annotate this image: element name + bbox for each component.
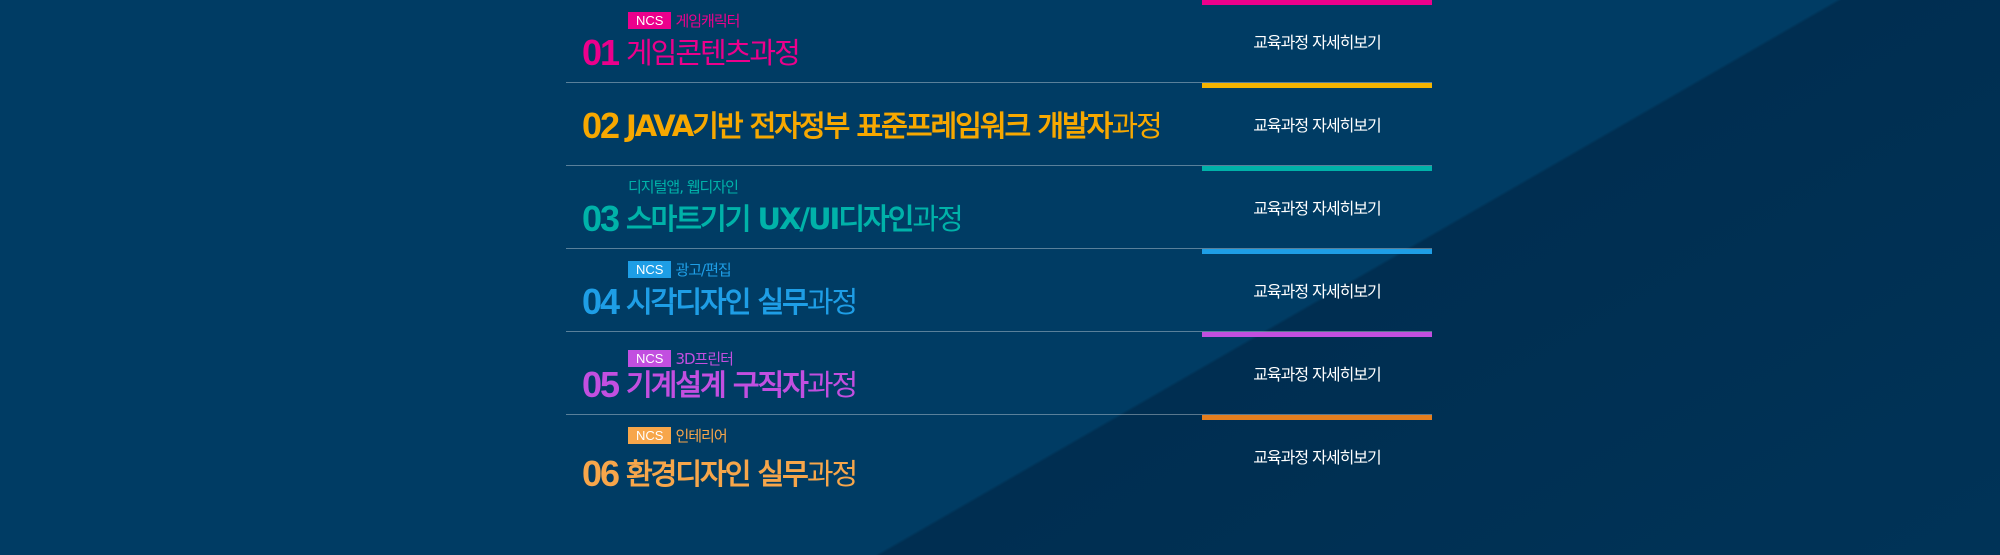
course-subtitle-group: NCS 인테리어 (628, 425, 728, 446)
course-subtitle: 게임캐릭터 (675, 12, 740, 30)
course-row-05: 05 NCS 3D프린터 기계설계 구직자과정 교육과정 자세히보기 (566, 332, 1432, 415)
course-detail-button[interactable]: 교육과정 자세히보기 (1202, 249, 1432, 331)
course-subtitle: 3D프린터 (675, 350, 733, 368)
course-title: JAVA기반 전자정부 표준프레임워크 개발자과정 (626, 109, 1163, 143)
course-detail-label: 교육과정 자세히보기 (1253, 33, 1382, 52)
course-detail-label: 교육과정 자세히보기 (1253, 199, 1382, 218)
course-detail-label: 교육과정 자세히보기 (1253, 282, 1382, 301)
course-detail-label: 교육과정 자세히보기 (1253, 116, 1382, 135)
course-title-suffix: 과정 (912, 202, 963, 236)
button-accent-bar (1202, 166, 1432, 171)
ncs-badge: NCS (628, 261, 672, 278)
course-subtitle: 인테리어 (675, 427, 727, 445)
course-title-main: 게임콘텐츠 (626, 36, 751, 70)
course-title: 시각디자인 실무과정 (626, 285, 858, 319)
course-row-01: 01 NCS 게임캐릭터 게임콘텐츠과정 교육과정 자세히보기 (566, 0, 1432, 83)
course-title: 환경디자인 실무과정 (626, 457, 858, 491)
button-accent-bar (1202, 332, 1432, 337)
course-number: 03 (582, 198, 620, 239)
ncs-badge: NCS (628, 427, 672, 444)
course-title-main: JAVA기반 전자정부 표준프레임워크 개발자 (626, 109, 1113, 143)
course-title-suffix: 과정 (806, 285, 858, 319)
course-number: 01 (582, 32, 620, 73)
course-detail-button[interactable]: 교육과정 자세히보기 (1202, 166, 1432, 248)
course-row-02: 02 JAVA기반 전자정부 표준프레임워크 개발자과정 교육과정 자세히보기 (566, 83, 1432, 166)
course-title: 기계설계 구직자과정 (626, 368, 858, 402)
ncs-badge: NCS (628, 12, 672, 29)
course-title-suffix: 과정 (806, 368, 858, 402)
course-row-06: 06 NCS 인테리어 환경디자인 실무과정 교육과정 자세히보기 (566, 415, 1432, 498)
course-detail-label: 교육과정 자세히보기 (1253, 365, 1382, 384)
course-title-main: 시각디자인 실무 (626, 285, 809, 319)
course-subtitle: 광고/편집 (675, 261, 731, 279)
course-title-main: 스마트기기 UX/UI디자인 (626, 202, 914, 236)
course-title-main: 환경디자인 실무 (626, 457, 809, 491)
course-title-suffix: 과정 (1111, 109, 1162, 143)
course-row-03: 03 디지털앱, 웹디자인 스마트기기 UX/UI디자인과정 교육과정 자세히보… (566, 166, 1432, 249)
course-subtitle-group: NCS 게임캐릭터 (628, 10, 740, 31)
course-row-04: 04 NCS 광고/편집 시각디자인 실무과정 교육과정 자세히보기 (566, 249, 1432, 332)
course-title-suffix: 과정 (749, 36, 800, 70)
course-list: 01 NCS 게임캐릭터 게임콘텐츠과정 교육과정 자세히보기 02 JAVA기… (566, 0, 1432, 498)
course-number: 06 (582, 453, 620, 494)
button-accent-bar (1202, 83, 1432, 88)
course-subtitle: 디지털앱, 웹디자인 (628, 178, 739, 196)
course-title-suffix: 과정 (806, 457, 858, 491)
course-title: 게임콘텐츠과정 (626, 36, 801, 70)
course-detail-label: 교육과정 자세히보기 (1253, 448, 1382, 467)
button-accent-bar (1202, 0, 1432, 5)
course-detail-button[interactable]: 교육과정 자세히보기 (1202, 83, 1432, 165)
course-subtitle-group: NCS 3D프린터 (628, 348, 734, 369)
course-subtitle-group: 디지털앱, 웹디자인 (628, 176, 739, 197)
course-title: 스마트기기 UX/UI디자인과정 (626, 202, 964, 236)
button-accent-bar (1202, 249, 1432, 254)
course-detail-button[interactable]: 교육과정 자세히보기 (1202, 332, 1432, 414)
button-accent-bar (1202, 415, 1432, 420)
course-number: 02 (582, 105, 620, 146)
course-subtitle-group: NCS 광고/편집 (628, 259, 732, 280)
course-detail-button[interactable]: 교육과정 자세히보기 (1202, 415, 1432, 497)
course-title-main: 기계설계 구직자 (626, 368, 809, 402)
course-number: 04 (582, 281, 620, 322)
ncs-badge: NCS (628, 350, 672, 367)
course-number: 05 (582, 364, 620, 405)
course-detail-button[interactable]: 교육과정 자세히보기 (1202, 0, 1432, 82)
